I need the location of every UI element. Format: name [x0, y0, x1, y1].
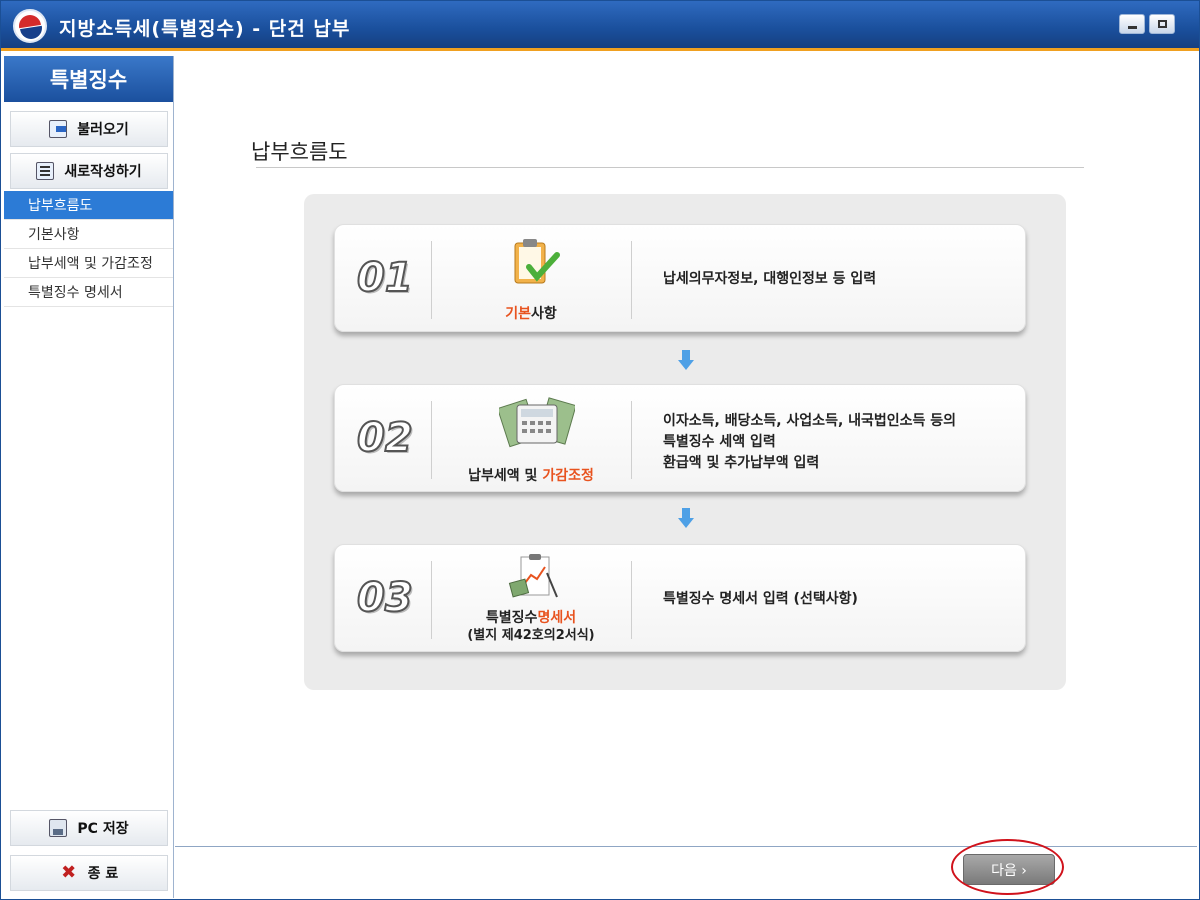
flow-arrow-down-icon: [678, 508, 694, 530]
sidebar: 특별징수 불러오기 새로작성하기 납부흐름도 기본사항 납부세액 및 가감조정 …: [4, 56, 174, 898]
step-description-line: 이자소득, 배당소득, 사업소득, 내국법인소득 등의: [663, 413, 957, 429]
load-button-label: 불러오기: [77, 122, 129, 138]
step-description: 이자소득, 배당소득, 사업소득, 내국법인소득 등의 특별징수 세액 입력 환…: [663, 411, 956, 474]
step-label-highlight: 가감조정: [542, 468, 594, 484]
step-label-highlight: 명세서: [537, 610, 577, 626]
flow-panel: 01 기본사항 납세의무자정보, 대행인정보 등 입력 02 납부세액 및 가감…: [304, 194, 1066, 690]
step-card-01: 01 기본사항 납세의무자정보, 대행인정보 등 입력: [334, 224, 1026, 332]
flow-arrow-down-icon: [678, 350, 694, 372]
minimize-icon: [1128, 26, 1137, 29]
taegeuk-logo-icon: [13, 9, 47, 43]
maximize-button[interactable]: [1149, 14, 1175, 34]
step-label-rest: 사항: [531, 306, 557, 322]
step-card-03: 03 특별징수명세서 (별지 제42호의2서식) 특별징수 명세서 입력 (선택…: [334, 544, 1026, 652]
step-number: 01: [356, 254, 414, 302]
step-number: 03: [356, 574, 414, 622]
pc-save-button[interactable]: PC 저장: [10, 810, 168, 846]
sidebar-item-statement[interactable]: 특별징수 명세서: [4, 278, 173, 307]
statement-chart-icon: [508, 554, 558, 598]
step-description-line: 특별징수 명세서 입력 (선택사항): [663, 591, 858, 607]
main-content: 납부흐름도 01 기본사항 납세의무자정보, 대행인정보 등 입력 02 납부세…: [175, 56, 1197, 846]
sidebar-item-basic-info[interactable]: 기본사항: [4, 220, 173, 249]
load-button[interactable]: 불러오기: [10, 111, 168, 147]
sidebar-menu: 납부흐름도 기본사항 납부세액 및 가감조정 특별징수 명세서: [4, 191, 173, 307]
sidebar-item-flowchart[interactable]: 납부흐름도: [4, 191, 173, 220]
title-divider: [256, 167, 1084, 168]
step-label-plain: 특별징수: [485, 610, 538, 626]
sidebar-header: 특별징수: [4, 56, 173, 102]
step-description: 납세의무자정보, 대행인정보 등 입력: [663, 269, 876, 290]
step-label: 특별징수명세서 (별지 제42호의2서식): [433, 609, 629, 645]
calculator-money-icon: [499, 397, 575, 448]
page-title: 납부흐름도: [251, 140, 348, 164]
step-label-sub: (별지 제42호의2서식): [467, 628, 595, 643]
minimize-button[interactable]: [1119, 14, 1145, 34]
new-document-button[interactable]: 새로작성하기: [10, 153, 168, 189]
save-disk-icon: [49, 819, 68, 837]
exit-x-icon: ✖: [61, 862, 77, 883]
step-label-plain: 납부세액 및: [468, 468, 543, 484]
new-document-label: 새로작성하기: [64, 164, 142, 180]
app-window: 지방소득세(특별징수) - 단건 납부 특별징수 불러오기 새로작성하기 납부흐…: [0, 0, 1200, 900]
step-number: 02: [356, 414, 414, 462]
step-description-line: 특별징수 세액 입력: [663, 434, 776, 450]
step-label: 기본사항: [433, 305, 629, 323]
load-file-icon: [49, 120, 68, 138]
pc-save-label: PC 저장: [77, 821, 129, 837]
step-card-02: 02 납부세액 및 가감조정 이자소득, 배당소득, 사업소득, 내국법인소득 …: [334, 384, 1026, 492]
highlight-circle: [951, 839, 1064, 895]
window-title: 지방소득세(특별징수) - 단건 납부: [59, 18, 351, 40]
clipboard-check-icon: [514, 239, 560, 284]
step-description-line: 납세의무자정보, 대행인정보 등 입력: [663, 271, 877, 287]
exit-button[interactable]: ✖ 종 료: [10, 855, 168, 891]
step-label: 납부세액 및 가감조정: [433, 467, 629, 485]
exit-label: 종 료: [87, 866, 119, 882]
maximize-icon: [1158, 20, 1167, 28]
step-description: 특별징수 명세서 입력 (선택사항): [663, 589, 858, 610]
sidebar-item-tax-adjustment[interactable]: 납부세액 및 가감조정: [4, 249, 173, 278]
step-description-line: 환급액 및 추가납부액 입력: [663, 455, 820, 471]
title-bar: 지방소득세(특별징수) - 단건 납부: [1, 1, 1199, 51]
step-label-highlight: 기본: [505, 306, 531, 322]
new-document-icon: [36, 162, 55, 180]
